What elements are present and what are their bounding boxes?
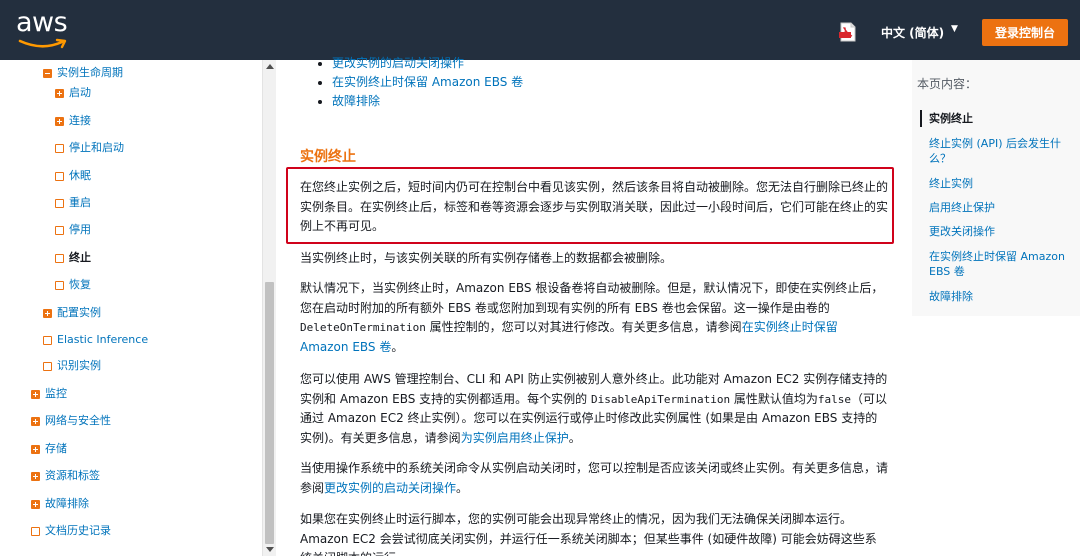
- sidebar-item-label: 停用: [69, 223, 91, 236]
- leaf-box-icon: [55, 280, 64, 290]
- pdf-icon[interactable]: [838, 22, 858, 42]
- sidebar-item-terminate[interactable]: 终止: [55, 251, 91, 265]
- scroll-up-arrow-icon[interactable]: [266, 64, 274, 69]
- sidebar-item-label: 实例生命周期: [57, 66, 123, 79]
- sidebar-item-monitoring[interactable]: 监控: [31, 387, 67, 401]
- minus-icon: [43, 68, 52, 78]
- scrollbar-thumb[interactable]: [265, 282, 274, 544]
- leaf-box-icon: [43, 335, 52, 345]
- top-header: aws 中文 (简体) ▼ 登录控制台: [0, 0, 1080, 60]
- sidebar-item-troubleshooting[interactable]: 故障排除: [31, 497, 89, 511]
- leaf-box-icon: [55, 198, 64, 208]
- sidebar-item-launch[interactable]: 启动: [55, 86, 91, 100]
- sidebar-item-label: 连接: [69, 114, 91, 127]
- sidebar-item-label: 休眠: [69, 169, 91, 182]
- plus-icon: [31, 471, 40, 481]
- sidebar-item-label: 配置实例: [57, 306, 101, 319]
- sidebar-item-label: Elastic Inference: [57, 333, 149, 346]
- leaf-box-icon: [31, 526, 40, 536]
- sidebar-item-label: 故障排除: [45, 497, 89, 510]
- link-troubleshooting[interactable]: 故障排除: [318, 92, 523, 111]
- toc-active-indicator: [920, 110, 922, 127]
- sidebar-item-label: 停止和启动: [69, 141, 124, 154]
- link-change-shutdown-behavior[interactable]: 更改实例的启动关闭操作: [318, 54, 523, 73]
- paragraph-4: 您可以使用 AWS 管理控制台、CLI 和 API 防止实例被别人意外终止。此功…: [300, 370, 888, 448]
- plus-icon: [43, 308, 52, 318]
- sidebar-item-elastic-inference[interactable]: Elastic Inference: [43, 333, 148, 347]
- plus-icon: [31, 416, 40, 426]
- sidebar-item-retire[interactable]: 停用: [55, 223, 91, 237]
- toc-item-troubleshooting[interactable]: 故障排除: [929, 289, 1071, 304]
- leaf-box-icon: [55, 171, 64, 181]
- toc-item-preserve-ebs[interactable]: 在实例终止时保留 Amazon EBS 卷: [929, 249, 1071, 279]
- sidebar-item-connect[interactable]: 连接: [55, 114, 91, 128]
- code-disable-api-termination: DisableApiTermination: [591, 392, 731, 406]
- sidebar-item-label: 重启: [69, 196, 91, 209]
- sidebar-item-label: 识别实例: [57, 359, 101, 372]
- sidebar-item-label: 启动: [69, 86, 91, 99]
- toc-title: 本页内容：: [917, 77, 978, 91]
- sidebar-item-label: 资源和标签: [45, 469, 100, 482]
- main-content: 更改实例的启动关闭操作 在实例终止时保留 Amazon EBS 卷 故障排除 实…: [300, 56, 894, 556]
- text: 默认情况下，当实例终止时，Amazon EBS 根设备卷将自动被删除。但是，默认…: [300, 281, 884, 315]
- caret-down-icon[interactable]: ▼: [951, 24, 958, 34]
- text: 属性控制的，您可以对其进行修改。有关更多信息，请参阅: [429, 320, 742, 334]
- text: 属性默认值均为: [733, 391, 818, 406]
- code-false: false: [817, 392, 852, 406]
- sidebar-item-label: 终止: [69, 251, 91, 264]
- sidebar-item-reboot[interactable]: 重启: [55, 196, 91, 210]
- paragraph-2: 当实例终止时，与该实例关联的所有实例存储卷上的数据都会被删除。: [300, 251, 673, 265]
- toc-item-change-shutdown[interactable]: 更改关闭操作: [929, 224, 1071, 239]
- leaf-box-icon: [55, 253, 64, 263]
- toc-item-what-happens[interactable]: 终止实例 (API) 后会发生什么？: [929, 136, 1071, 166]
- code-delete-on-termination: DeleteOnTermination: [300, 321, 426, 334]
- text: 。: [456, 480, 469, 495]
- section-title: 实例终止: [300, 149, 356, 165]
- sidebar-item-network-security[interactable]: 网络与安全性: [31, 414, 111, 428]
- aws-smile-icon: [18, 38, 67, 49]
- sidebar-item-label: 存储: [45, 442, 67, 455]
- aws-logo-text: aws: [16, 7, 68, 38]
- text: 。: [391, 339, 404, 354]
- login-console-button[interactable]: 登录控制台: [982, 19, 1068, 46]
- paragraph-5: 当使用操作系统中的系统关闭命令从实例启动关闭时，您可以控制是否应该关闭或终止实例…: [300, 459, 888, 498]
- link-change-shutdown-inline[interactable]: 更改实例的启动关闭操作: [324, 481, 456, 495]
- sidebar-item-instance-lifecycle[interactable]: 实例生命周期: [43, 66, 123, 80]
- toc-item-enable-protection[interactable]: 启用终止保护: [929, 200, 1071, 215]
- red-highlight-box: [286, 167, 894, 244]
- leaf-box-icon: [43, 361, 52, 371]
- sidebar-nav: 实例生命周期 启动 连接 停止和启动 休眠 重启 停用 终止 恢复 配置实例 E…: [0, 60, 262, 556]
- sidebar-item-doc-history[interactable]: 文档历史记录: [31, 524, 111, 538]
- sidebar-item-stop-start[interactable]: 停止和启动: [55, 141, 124, 155]
- sidebar-item-resources-tags[interactable]: 资源和标签: [31, 469, 100, 483]
- sidebar-item-label: 恢复: [69, 278, 91, 291]
- sidebar-item-storage[interactable]: 存储: [31, 442, 67, 456]
- toc-item-terminate-instance[interactable]: 终止实例: [929, 176, 1071, 191]
- paragraph-3: 默认情况下，当实例终止时，Amazon EBS 根设备卷将自动被删除。但是，默认…: [300, 279, 888, 357]
- scroll-down-arrow-icon[interactable]: [266, 547, 274, 552]
- plus-icon: [31, 499, 40, 509]
- language-selector[interactable]: 中文 (简体): [881, 24, 944, 41]
- aws-logo[interactable]: aws: [16, 8, 72, 52]
- sidebar-item-hibernate[interactable]: 休眠: [55, 169, 91, 183]
- sidebar-scrollbar[interactable]: [262, 60, 276, 556]
- text: 。: [568, 430, 581, 445]
- related-links-list: 更改实例的启动关闭操作 在实例终止时保留 Amazon EBS 卷 故障排除: [318, 54, 523, 111]
- sidebar-item-label: 网络与安全性: [45, 414, 111, 427]
- leaf-box-icon: [55, 143, 64, 153]
- plus-icon: [31, 444, 40, 454]
- sidebar-item-configure[interactable]: 配置实例: [43, 306, 101, 320]
- sidebar-item-identify[interactable]: 识别实例: [43, 359, 101, 373]
- toc-item-instance-termination[interactable]: 实例终止: [929, 111, 1071, 126]
- sidebar-item-label: 监控: [45, 387, 67, 400]
- link-enable-termination-protection[interactable]: 为实例启用终止保护: [461, 431, 569, 445]
- sidebar-item-recover[interactable]: 恢复: [55, 278, 91, 292]
- leaf-box-icon: [55, 225, 64, 235]
- plus-icon: [55, 88, 64, 98]
- plus-icon: [55, 116, 64, 126]
- sidebar-item-label: 文档历史记录: [45, 524, 111, 537]
- paragraph-6: 如果您在实例终止时运行脚本，您的实例可能会出现异常终止的情况，因为我们无法确保关…: [300, 512, 877, 556]
- plus-icon: [31, 389, 40, 399]
- link-preserve-ebs-volumes[interactable]: 在实例终止时保留 Amazon EBS 卷: [318, 73, 523, 92]
